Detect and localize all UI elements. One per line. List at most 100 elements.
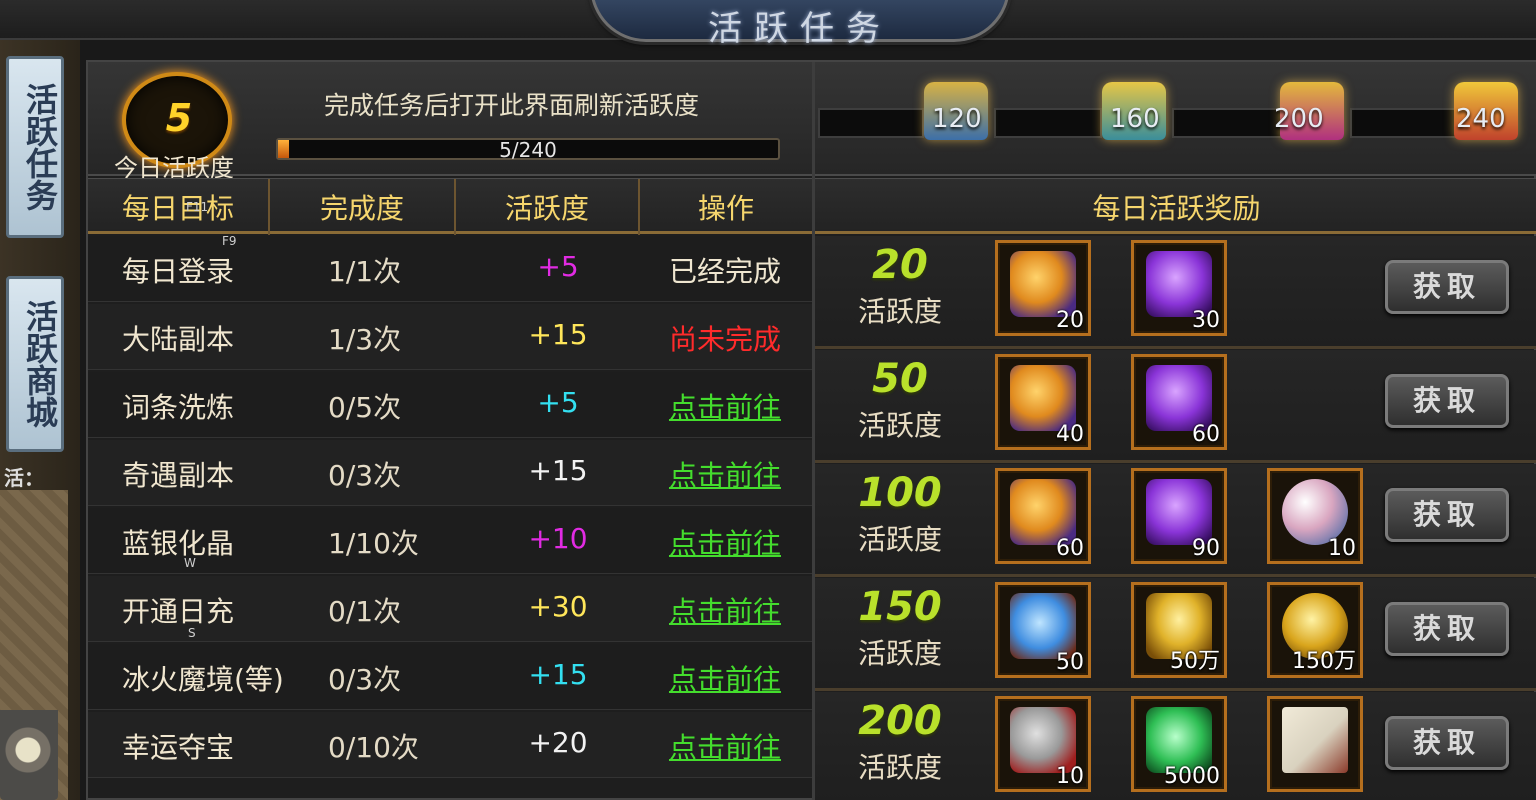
- reward-quantity: 150万: [1292, 649, 1356, 674]
- reward-slot[interactable]: 10: [1267, 468, 1363, 564]
- task-points: +10: [528, 522, 588, 555]
- reward-quantity: 10: [1328, 536, 1356, 561]
- reward-quantity: 10: [1056, 764, 1084, 789]
- reward-slot[interactable]: [1267, 696, 1363, 792]
- task-name: 开通日充: [122, 595, 235, 628]
- task-name: 大陆副本: [122, 323, 235, 356]
- reward-slot[interactable]: 150万: [1267, 582, 1363, 678]
- reward-quantity: 40: [1056, 422, 1084, 447]
- reward-quantity: 50万: [1170, 649, 1220, 674]
- task-go-link[interactable]: 点击前往: [648, 386, 802, 426]
- task-progress: 1/1次: [328, 255, 402, 288]
- claim-button[interactable]: 获取: [1385, 488, 1509, 542]
- reward-threshold-label: 活跃度: [857, 409, 942, 442]
- claim-button[interactable]: 获取: [1385, 602, 1509, 656]
- hotkey-hint: F11: [186, 200, 209, 214]
- activity-progress-text: 5/240: [499, 138, 557, 162]
- task-go-link[interactable]: 点击前往: [648, 522, 802, 562]
- task-go-link[interactable]: 点击前往: [648, 726, 802, 766]
- activity-progress-bar: 5/240: [276, 138, 780, 162]
- milestone-value: 160: [1110, 104, 1160, 134]
- task-go-link[interactable]: 点击前往: [648, 454, 802, 494]
- title-plate: 活跃任务: [590, 0, 1010, 49]
- task-row: 大陆副本 1/3次 +15 尚未完成: [88, 304, 812, 370]
- task-progress: 0/3次: [328, 459, 402, 492]
- task-row: 幸运夺宝 0/10次 +20 点击前往: [88, 712, 812, 778]
- task-row: 冰火魔境(等) 0/3次 +15 点击前往: [88, 644, 812, 710]
- reward-quantity: 5000: [1164, 764, 1220, 789]
- claim-button[interactable]: 获取: [1385, 374, 1509, 428]
- today-activity-badge: 5 今日活跃度: [114, 72, 244, 182]
- claim-button[interactable]: 获取: [1385, 260, 1509, 314]
- reward-slot[interactable]: 50万: [1131, 582, 1227, 678]
- top-banner: 活跃任务: [0, 0, 1536, 49]
- reward-threshold-label: 活跃度: [857, 295, 942, 328]
- task-name: 奇遇副本: [122, 459, 235, 492]
- reward-slot[interactable]: 40: [995, 354, 1091, 450]
- reward-row: 20 活跃度 20 30 获取: [815, 236, 1536, 349]
- reward-threshold-label: 活跃度: [857, 523, 942, 556]
- reward-slot[interactable]: 90: [1131, 468, 1227, 564]
- task-name: 蓝银化晶: [122, 527, 235, 560]
- column-goal: 每日目标: [121, 192, 234, 225]
- task-row: 蓝银化晶 1/10次 +10 点击前往: [88, 508, 812, 574]
- task-go-link[interactable]: 点击前往: [648, 590, 802, 630]
- column-rewards: 每日活跃奖励: [1092, 192, 1261, 225]
- column-points: 活跃度: [504, 192, 589, 225]
- task-points: +5: [537, 250, 579, 283]
- hotkey-hint: S: [188, 626, 196, 640]
- task-row: 词条洗炼 0/5次 +5 点击前往: [88, 372, 812, 438]
- task-progress: 0/1次: [328, 595, 402, 628]
- reward-slot[interactable]: 20: [995, 240, 1091, 336]
- milestone-value: 200: [1274, 104, 1324, 134]
- reward-threshold: 200: [858, 698, 942, 744]
- reward-threshold-label: 活跃度: [857, 751, 942, 784]
- reward-row: 150 活跃度 50 50万 150万 获取: [815, 578, 1536, 691]
- reward-row: 200 活跃度 10 5000 获取: [815, 692, 1536, 800]
- reward-slot[interactable]: 50: [995, 582, 1091, 678]
- reward-quantity: 60: [1056, 536, 1084, 561]
- reward-threshold: 100: [858, 470, 942, 516]
- main-panel: 5 今日活跃度 完成任务后打开此界面刷新活跃度 5/240 120 160 20…: [86, 60, 1536, 800]
- task-name: 冰火魔境(等): [122, 663, 284, 696]
- task-status-done: 已经完成: [668, 255, 781, 288]
- hotkey-hint: W: [184, 556, 196, 570]
- reward-threshold: 150: [858, 584, 942, 630]
- today-activity-value: 5: [165, 96, 193, 140]
- refresh-hint: 完成任务后打开此界面刷新活跃度: [324, 91, 700, 120]
- reward-quantity: 60: [1192, 422, 1220, 447]
- task-progress: 0/10次: [328, 731, 419, 764]
- task-points: +15: [528, 658, 588, 691]
- task-points: +20: [528, 726, 588, 759]
- milestone-bar-segment: [818, 108, 924, 138]
- reward-threshold: 20: [872, 242, 928, 288]
- task-go-link[interactable]: 点击前往: [648, 658, 802, 698]
- reward-slot[interactable]: 5000: [1131, 696, 1227, 792]
- column-progress: 完成度: [319, 192, 404, 225]
- claim-button[interactable]: 获取: [1385, 716, 1509, 770]
- reward-quantity: 50: [1056, 650, 1084, 675]
- task-points: +15: [528, 454, 588, 487]
- task-progress: 0/5次: [328, 391, 402, 424]
- reward-threshold-label: 活跃度: [857, 637, 942, 670]
- scroll-icon: [1282, 707, 1348, 773]
- column-action: 操作: [697, 192, 754, 225]
- task-list: 每日登录 1/1次 +5 已经完成 大陆副本 1/3次 +15 尚未完成 词条洗…: [88, 236, 812, 800]
- task-row: 奇遇副本 0/3次 +15 点击前往: [88, 440, 812, 506]
- reward-slot[interactable]: 60: [1131, 354, 1227, 450]
- reward-slot[interactable]: 10: [995, 696, 1091, 792]
- lantern-icon: [0, 680, 58, 800]
- task-progress: 0/3次: [328, 663, 402, 696]
- tab-activity-tasks[interactable]: 活跃任务: [6, 56, 64, 238]
- milestone-bar-segment: [1172, 108, 1282, 138]
- reward-threshold: 50: [872, 356, 928, 402]
- task-status-undone: 尚未完成: [668, 323, 781, 356]
- window-title: 活跃任务: [708, 9, 892, 49]
- tab-activity-shop[interactable]: 活跃商城: [6, 276, 64, 452]
- reward-row: 100 活跃度 60 90 10 获取: [815, 464, 1536, 577]
- activity-task-window: 活跃任务 活跃任务 活跃商城 活： 5 今日活跃度 完成任务后打开此界面刷新活跃…: [0, 0, 1536, 800]
- task-row: 每日登录 1/1次 +5 已经完成: [88, 236, 812, 302]
- reward-row: 50 活跃度 40 60 获取: [815, 350, 1536, 463]
- reward-slot[interactable]: 60: [995, 468, 1091, 564]
- reward-slot[interactable]: 30: [1131, 240, 1227, 336]
